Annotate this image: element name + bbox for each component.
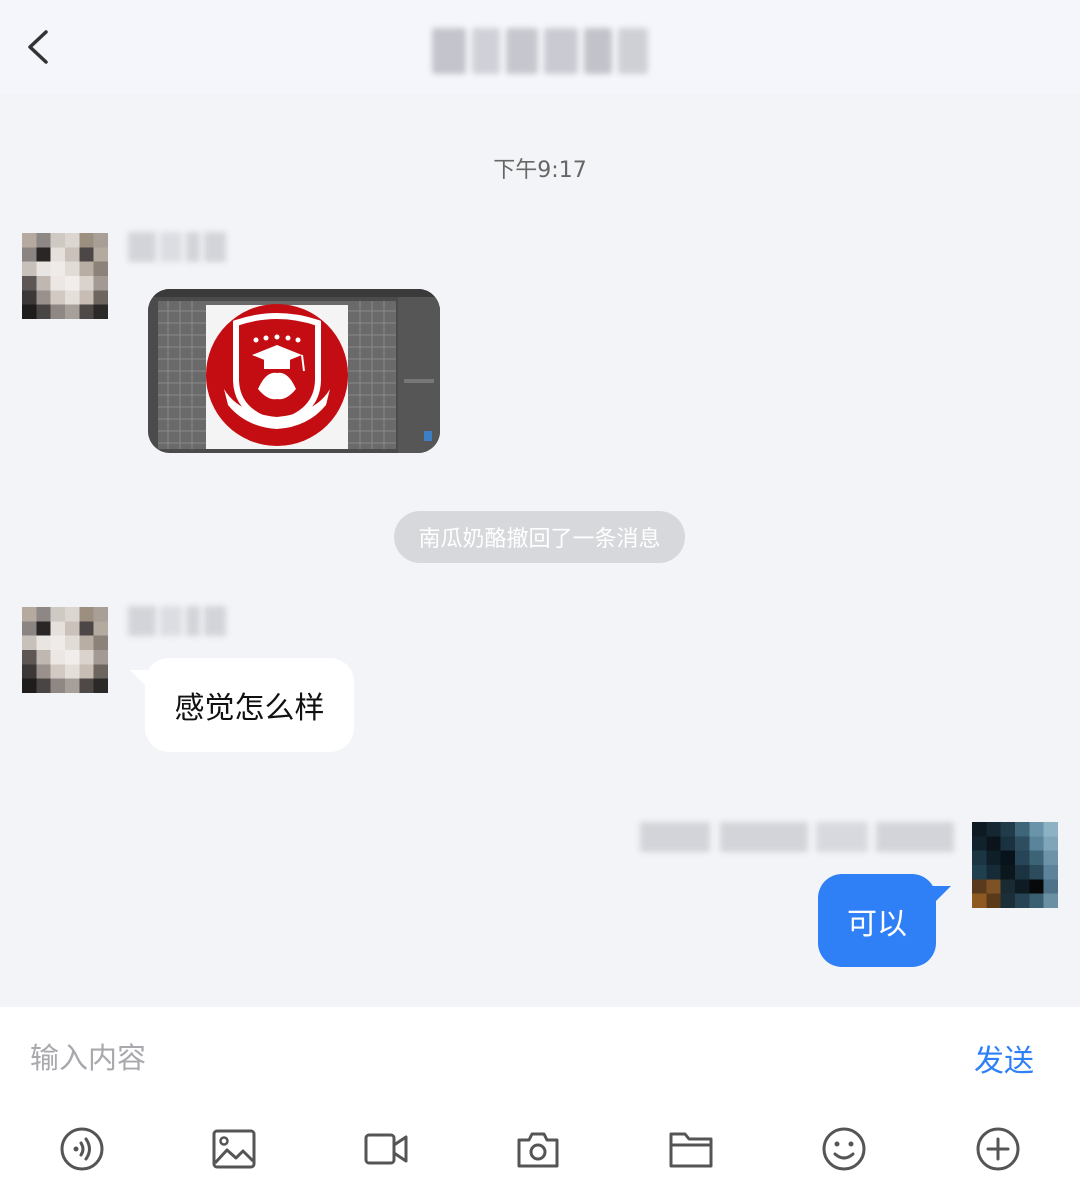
emoji-icon[interactable] [821,1126,867,1172]
self-name-blurred [640,822,954,852]
message-text: 可以 [847,906,907,942]
camera-icon[interactable] [515,1126,561,1172]
image-message[interactable] [148,289,440,453]
avatar[interactable] [22,607,108,693]
send-button[interactable]: 发送 [974,1036,1034,1080]
bubble-tail [929,886,951,908]
incoming-message-bubble[interactable]: 感觉怎么样 [130,658,354,752]
message-text: 感觉怎么样 [174,691,325,726]
recall-notice: 南瓜奶酪撤回了一条消息 [394,511,685,563]
folder-icon[interactable] [668,1126,714,1172]
self-avatar[interactable] [972,822,1058,908]
image-icon[interactable] [211,1126,257,1172]
message-timestamp: 下午9:17 [493,158,587,183]
bubble-tail [130,670,152,692]
image-thumbnail [148,289,440,453]
message-input[interactable] [30,1030,930,1086]
video-icon[interactable] [363,1126,409,1172]
contact-name-blurred [432,28,648,74]
plus-icon[interactable] [975,1126,1021,1172]
voice-icon[interactable] [59,1126,105,1172]
header [0,0,1080,94]
outgoing-message-bubble[interactable]: 可以 [818,874,951,967]
avatar[interactable] [22,233,108,319]
sender-name-blurred [128,232,226,262]
sender-name-blurred [128,606,226,636]
chevron-left-icon[interactable] [18,22,62,72]
